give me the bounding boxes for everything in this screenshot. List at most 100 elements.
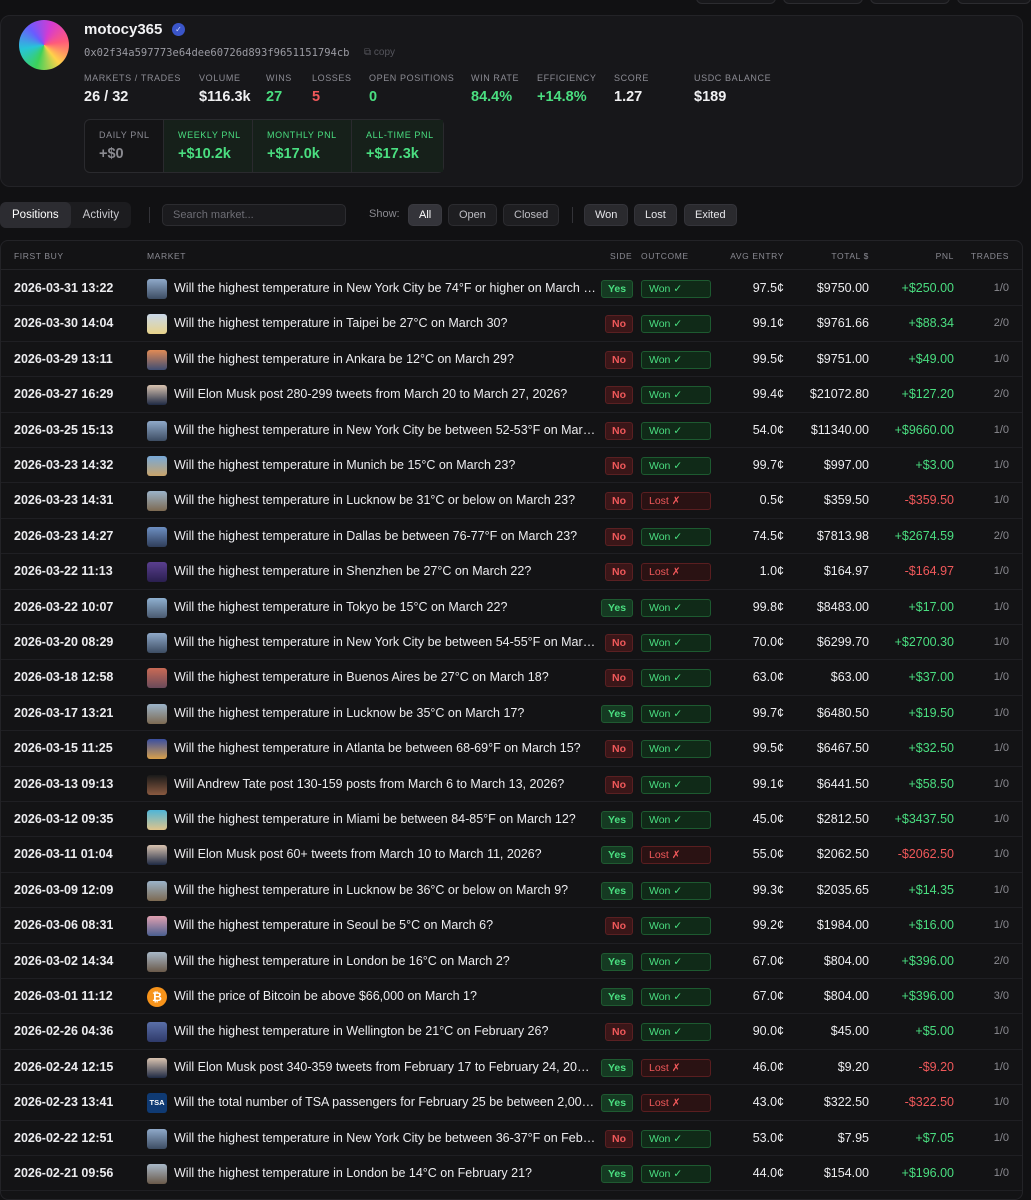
- market-title[interactable]: Will the highest temperature in Shenzhen…: [174, 554, 596, 589]
- pnl-amount: +$396.00: [901, 953, 954, 968]
- table-row[interactable]: 2026-03-25 15:13 Will the highest tempera…: [1, 413, 1022, 448]
- market-title[interactable]: Will the highest temperature in New York…: [174, 625, 596, 660]
- table-row[interactable]: 2026-03-29 13:11 Will the highest tempera…: [1, 342, 1022, 378]
- market-title[interactable]: Will the highest temperature in Atlanta …: [174, 731, 596, 766]
- trades-count: 1/0: [993, 848, 1009, 861]
- search-input[interactable]: [162, 204, 346, 226]
- market-title[interactable]: Will the highest temperature in London b…: [174, 1156, 596, 1191]
- market-title[interactable]: Will the highest temperature in Wellingt…: [174, 1014, 596, 1049]
- filter-lost-button[interactable]: Lost: [634, 204, 677, 226]
- market-title[interactable]: Will the highest temperature in Taipei b…: [174, 306, 596, 341]
- table-row[interactable]: 2026-03-18 12:58 Will the highest tempera…: [1, 660, 1022, 696]
- table-row[interactable]: 2026-03-02 14:34 Will the highest tempera…: [1, 944, 1022, 979]
- stat-label: MARKETS / TRADES: [84, 73, 181, 83]
- market-title[interactable]: Will the highest temperature in New York…: [174, 1121, 596, 1156]
- total-amount: $8483.00: [816, 599, 869, 614]
- header-first-buy[interactable]: FIRST BUY: [14, 251, 64, 261]
- table-row[interactable]: 2026-03-15 11:25 Will the highest tempera…: [1, 731, 1022, 767]
- outcome-badge: Lost ✗: [641, 1094, 711, 1113]
- table-row[interactable]: 2026-02-21 09:56 Will the highest tempera…: [1, 1156, 1022, 1192]
- table-row[interactable]: 2026-03-23 14:27 Will the highest tempera…: [1, 519, 1022, 555]
- market-title[interactable]: Will Andrew Tate post 130-159 posts from…: [174, 767, 596, 802]
- table-row[interactable]: 2026-03-22 10:07 Will the highest tempera…: [1, 590, 1022, 625]
- header-avg-entry[interactable]: AVG ENTRY: [730, 251, 784, 261]
- first-buy-date: 2026-03-18 12:58: [14, 670, 114, 685]
- avg-entry: 70.0¢: [752, 635, 784, 649]
- header-outcome[interactable]: OUTCOME: [641, 251, 689, 261]
- market-title[interactable]: Will the highest temperature in Lucknow …: [174, 873, 596, 908]
- table-row[interactable]: 2026-03-31 13:22 Will the highest tempera…: [1, 271, 1022, 307]
- header-button-3[interactable]: [870, 0, 950, 4]
- table-row[interactable]: 2026-03-20 08:29 Will the highest tempera…: [1, 625, 1022, 661]
- header-button-4[interactable]: [957, 0, 1031, 4]
- side-badge: No: [605, 634, 633, 652]
- table-row[interactable]: 2026-03-01 11:12 ₿ Will the price of Bitco…: [1, 979, 1022, 1015]
- table-row[interactable]: 2026-02-24 12:15 Will Elon Musk post 340-…: [1, 1050, 1022, 1086]
- market-title[interactable]: Will the highest temperature in Tokyo be…: [174, 590, 596, 625]
- market-title[interactable]: Will the price of Bitcoin be above $66,0…: [174, 979, 596, 1014]
- header-market[interactable]: MARKET: [147, 251, 186, 261]
- table-row[interactable]: 2026-02-22 12:51 Will the highest tempera…: [1, 1121, 1022, 1156]
- copy-button[interactable]: ⧉ copy: [364, 47, 395, 58]
- header-total[interactable]: TOTAL $: [831, 251, 869, 261]
- table-row[interactable]: 2026-03-11 01:04 Will Elon Musk post 60+ …: [1, 837, 1022, 873]
- filter-open-button[interactable]: Open: [448, 204, 497, 226]
- table-row[interactable]: 2026-03-22 11:13 Will the highest tempera…: [1, 554, 1022, 590]
- header-side[interactable]: SIDE: [610, 251, 632, 261]
- table-row[interactable]: 2026-03-27 16:29 Will Elon Musk post 280-…: [1, 377, 1022, 413]
- filter-exited-button[interactable]: Exited: [684, 204, 737, 226]
- avg-entry: 99.4¢: [752, 387, 784, 402]
- total-amount: $154.00: [823, 1166, 869, 1180]
- market-title[interactable]: Will the highest temperature in Miami be…: [174, 802, 596, 837]
- filter-closed-button[interactable]: Closed: [503, 204, 560, 226]
- table-row[interactable]: 2026-03-23 14:31 Will the highest tempera…: [1, 483, 1022, 519]
- market-title[interactable]: Will the highest temperature in Seoul be…: [174, 908, 596, 943]
- table-row[interactable]: 2026-03-12 09:35 Will the highest tempera…: [1, 802, 1022, 838]
- market-title[interactable]: Will the highest temperature in Dallas b…: [174, 519, 596, 554]
- table-row[interactable]: 2026-03-09 12:09 Will the highest tempera…: [1, 873, 1022, 909]
- market-title[interactable]: Will the highest temperature in Lucknow …: [174, 696, 596, 731]
- market-thumbnail-icon: [147, 279, 167, 299]
- pnl-amount: +$9660.00: [894, 422, 954, 437]
- table-row[interactable]: 2026-03-23 14:32 Will the highest tempera…: [1, 448, 1022, 484]
- outcome-badge: Won ✓: [641, 952, 711, 971]
- tab-activity[interactable]: Activity: [71, 202, 131, 228]
- header-button-1[interactable]: [696, 0, 776, 4]
- total-amount: $322.50: [823, 1095, 869, 1110]
- market-title[interactable]: Will Elon Musk post 60+ tweets from Marc…: [174, 837, 596, 872]
- market-title[interactable]: Will the highest temperature in Lucknow …: [174, 483, 596, 518]
- table-row[interactable]: 2026-03-17 13:21 Will the highest tempera…: [1, 696, 1022, 732]
- side-badge: No: [605, 1023, 633, 1042]
- market-title[interactable]: Will the highest temperature in New York…: [174, 413, 596, 448]
- market-title[interactable]: Will the highest temperature in Munich b…: [174, 448, 596, 483]
- market-title[interactable]: Will the highest temperature in London b…: [174, 944, 596, 979]
- filter-won-button[interactable]: Won: [584, 204, 629, 226]
- table-row[interactable]: 2026-02-23 13:41 TSA Will the total number…: [1, 1085, 1022, 1121]
- market-thumbnail-icon: [147, 810, 167, 830]
- market-title[interactable]: Will the highest temperature in Ankara b…: [174, 342, 596, 377]
- stat-label: LOSSES: [312, 73, 352, 83]
- filter-all-button[interactable]: All: [408, 204, 443, 226]
- avg-entry: 63.0¢: [752, 670, 784, 685]
- outcome-badge: Won ✓: [641, 421, 711, 440]
- market-title[interactable]: Will Elon Musk post 280-299 tweets from …: [174, 377, 596, 412]
- header-button-2[interactable]: [783, 0, 863, 4]
- first-buy-date: 2026-03-09 12:09: [14, 882, 114, 897]
- header-pnl[interactable]: PNL: [936, 251, 954, 261]
- table-row[interactable]: 2026-02-26 04:36 Will the highest tempera…: [1, 1014, 1022, 1050]
- table-row[interactable]: 2026-03-06 08:31 Will the highest tempera…: [1, 908, 1022, 944]
- tab-positions[interactable]: Positions: [0, 202, 71, 228]
- total-amount: $9.20: [837, 1059, 869, 1074]
- header-trades[interactable]: TRADES: [971, 251, 1009, 261]
- market-title[interactable]: Will the highest temperature in New York…: [174, 271, 596, 306]
- table-row[interactable]: 2026-03-30 14:04 Will the highest tempera…: [1, 306, 1022, 342]
- total-amount: $63.00: [830, 670, 869, 685]
- market-title[interactable]: Will Elon Musk post 340-359 tweets from …: [174, 1050, 596, 1085]
- first-buy-date: 2026-03-29 13:11: [14, 351, 113, 366]
- market-title[interactable]: Will the total number of TSA passengers …: [174, 1085, 596, 1120]
- table-row[interactable]: 2026-03-13 09:13 Will Andrew Tate post 13…: [1, 767, 1022, 802]
- stat-win-rate: WIN RATE 84.4%: [471, 73, 519, 105]
- market-title[interactable]: Will the highest temperature in Buenos A…: [174, 660, 596, 695]
- market-thumbnail-icon: [147, 491, 167, 512]
- stat-value: 1.27: [614, 89, 643, 105]
